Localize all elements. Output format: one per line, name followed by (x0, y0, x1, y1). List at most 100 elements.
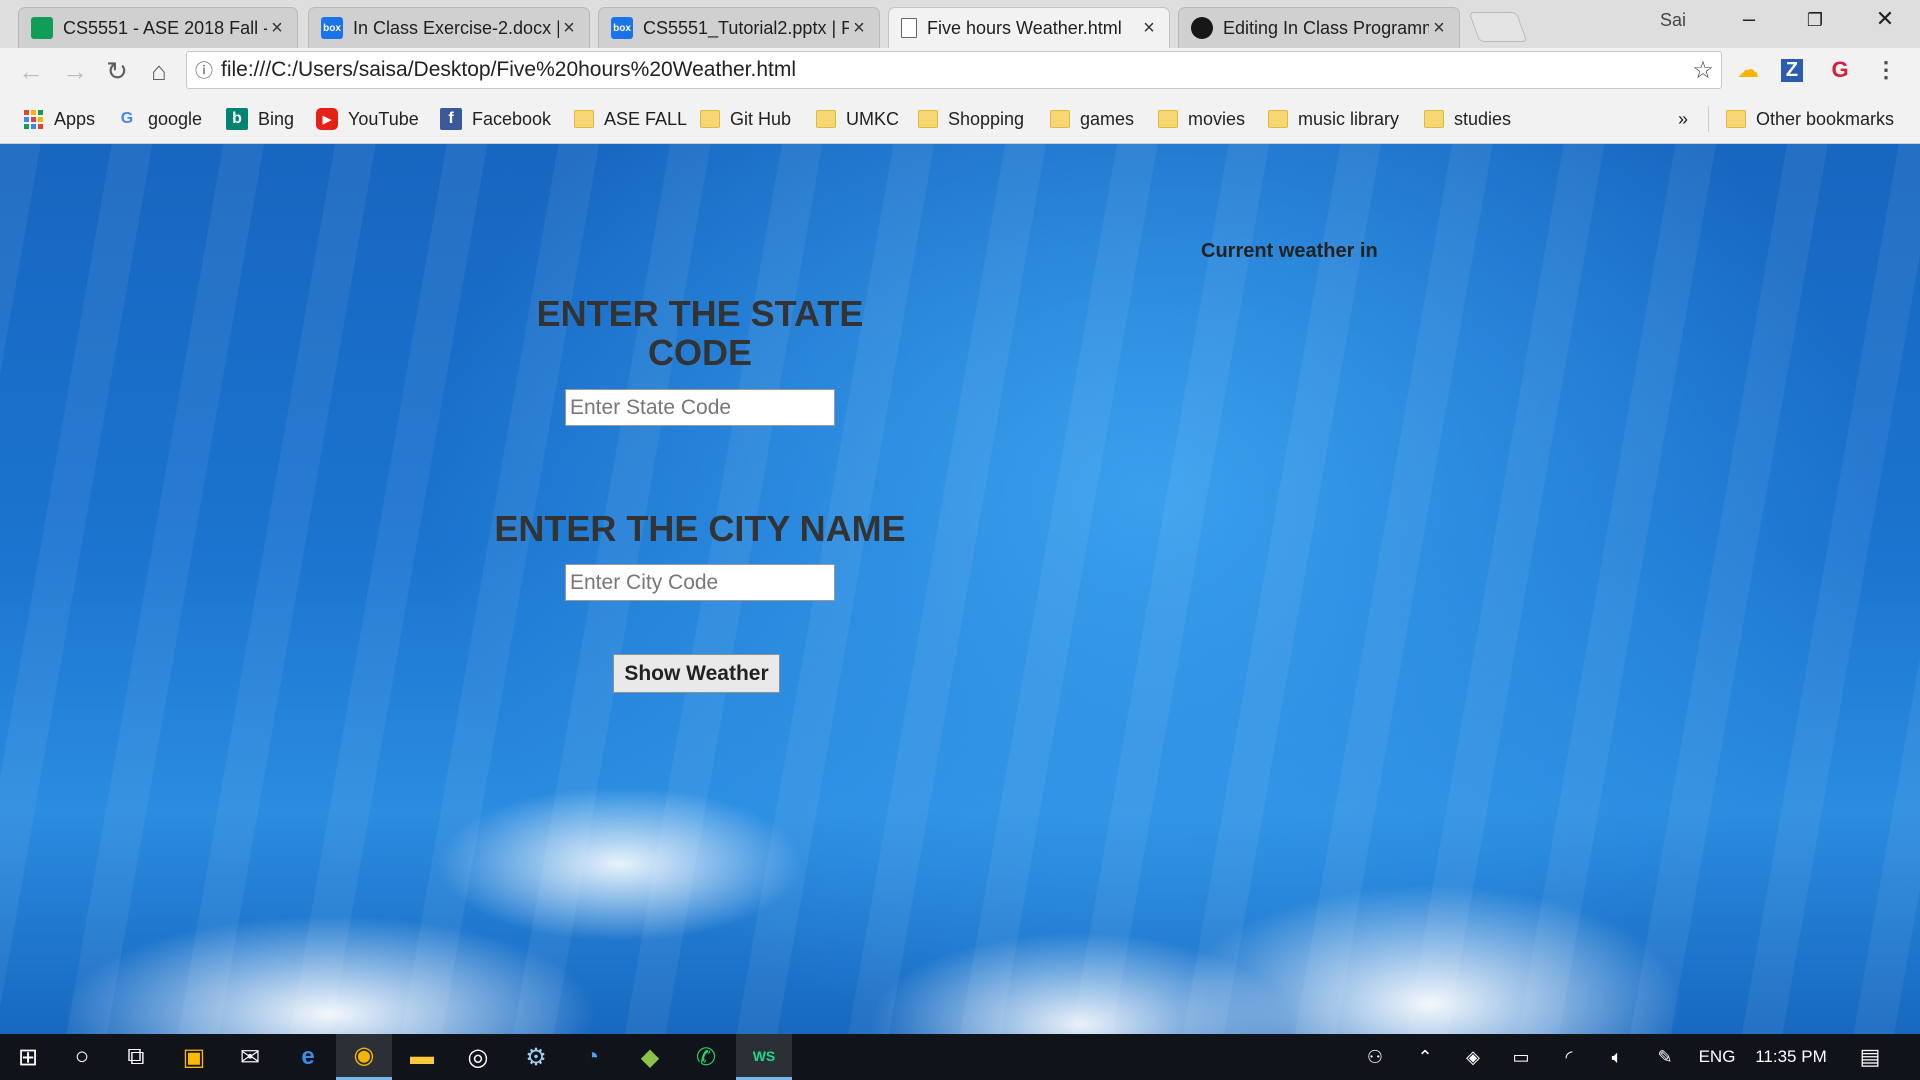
volume-icon[interactable]: 🔈︎ (1600, 1034, 1634, 1080)
tab-title: CS5551_Tutorial2.pptx | P (643, 17, 849, 38)
tab-five-hours-weather[interactable]: Five hours Weather.html × (888, 7, 1170, 48)
bookmark-label: ASE FALL (604, 108, 688, 129)
folder-icon (1050, 110, 1070, 128)
box-icon: box (611, 17, 633, 39)
menu-kebab-icon[interactable]: ⋮ (1870, 53, 1902, 87)
address-url[interactable]: file:///C:/Users/saisa/Desktop/Five%20ho… (221, 58, 1685, 82)
folder-icon (1424, 110, 1444, 128)
whatsapp-icon[interactable]: ✆ (678, 1034, 734, 1080)
reload-icon[interactable]: ↻ (96, 51, 138, 91)
clock[interactable]: 11:35 PM (1748, 1034, 1834, 1080)
folder-icon (1268, 110, 1288, 128)
bookmark-label: Bing (258, 108, 295, 129)
bookmark-label: music library (1298, 108, 1400, 129)
close-window-icon[interactable]: ✕ (1862, 6, 1908, 32)
close-tab-icon[interactable]: × (1429, 17, 1449, 40)
folder-icon (574, 110, 594, 128)
webstorm-icon[interactable]: WS (736, 1034, 792, 1080)
site-info-icon[interactable]: ⓘ (187, 57, 221, 83)
tab-tutorial2[interactable]: box CS5551_Tutorial2.pptx | P × (598, 7, 880, 48)
tab-cs5551-sheet[interactable]: CS5551 - ASE 2018 Fall - × (18, 7, 298, 48)
tab-in-class-exercise[interactable]: box In Class Exercise-2.docx | × (308, 7, 590, 48)
windows-start-icon[interactable]: ⊞ (0, 1034, 56, 1080)
store-icon[interactable]: ▣ (166, 1034, 222, 1080)
cortana-search-icon[interactable]: ○ (54, 1034, 110, 1080)
minimize-icon[interactable]: – (1726, 6, 1772, 32)
battery-icon[interactable]: ▭ (1504, 1034, 1538, 1080)
bluestacks-icon[interactable]: ◆ (622, 1034, 678, 1080)
facebook-icon: f (440, 108, 462, 130)
bookmark-label: Other bookmarks (1756, 108, 1895, 129)
bookmark-label: games (1080, 108, 1135, 129)
box-icon: box (321, 17, 343, 39)
state-code-input[interactable] (565, 389, 835, 426)
bookmark-youtube[interactable]: ▶ YouTube (316, 106, 419, 132)
bookmark-folder-umkc[interactable]: UMKC (816, 106, 899, 132)
tab-title: In Class Exercise-2.docx | (353, 17, 559, 38)
bookmark-label: google (148, 108, 203, 129)
mail-icon[interactable]: ✉ (222, 1034, 278, 1080)
bookmark-folder-studies[interactable]: studies (1424, 106, 1511, 132)
address-bar[interactable]: ⓘ file:///C:/Users/saisa/Desktop/Five%20… (186, 51, 1722, 89)
youtube-icon: ▶ (316, 108, 338, 130)
close-tab-icon[interactable]: × (559, 17, 579, 40)
bookmark-folder-git-hub[interactable]: Git Hub (700, 106, 791, 132)
bing-icon: b (226, 108, 248, 130)
media-player-icon[interactable]: ◎ (450, 1034, 506, 1080)
bookmark-label: UMKC (846, 108, 899, 129)
bookmark-folder-movies[interactable]: movies (1158, 106, 1245, 132)
bookmarks-bar: Apps G google b Bing ▶ YouTube f Faceboo… (0, 94, 1920, 144)
back-arrow-icon[interactable]: ← (10, 51, 52, 91)
bookmarks-overflow-button[interactable]: » (1678, 106, 1688, 132)
bookmark-star-icon[interactable]: ☆ (1685, 56, 1721, 85)
city-name-heading: ENTER THE CITY NAME (494, 508, 906, 549)
task-view-icon[interactable]: ⧉ (108, 1034, 164, 1080)
tab-title: Five hours Weather.html (927, 17, 1122, 38)
steam-icon[interactable]: ⚙ (508, 1034, 564, 1080)
bookmark-label: studies (1454, 108, 1512, 129)
bookmark-google[interactable]: G google (116, 106, 202, 132)
restore-icon[interactable]: ❐ (1792, 10, 1838, 31)
bookmark-label: YouTube (348, 108, 419, 129)
home-icon[interactable]: ⌂ (138, 51, 180, 91)
new-tab-button[interactable] (1468, 12, 1528, 42)
weather-extension-icon[interactable]: ☁ (1732, 53, 1764, 87)
bookmarks-divider (1708, 106, 1709, 132)
wifi-icon[interactable]: ◜ (1552, 1034, 1586, 1080)
tab-github-editing[interactable]: Editing In Class Programm × (1178, 7, 1460, 48)
close-tab-icon[interactable]: × (849, 17, 869, 40)
file-explorer-icon[interactable]: ▬ (394, 1034, 450, 1080)
grammarly-extension-icon[interactable]: G (1824, 53, 1856, 87)
bookmark-folder-music-library[interactable]: music library (1268, 106, 1399, 132)
bookmark-label: Apps (54, 108, 96, 129)
tab-title: Editing In Class Programm (1223, 17, 1429, 38)
close-tab-icon[interactable]: × (1139, 17, 1159, 40)
forward-arrow-icon[interactable]: → (54, 51, 96, 91)
github-icon (1191, 17, 1213, 39)
show-hidden-icons-chevron-icon[interactable]: ⌃ (1410, 1034, 1440, 1080)
people-icon[interactable]: ⚇ (1358, 1034, 1392, 1080)
bookmark-label: Git Hub (730, 108, 792, 129)
bookmark-facebook[interactable]: f Facebook (440, 106, 551, 132)
chrome-icon[interactable]: ◉ (336, 1034, 392, 1080)
pen-workspace-icon[interactable]: ✎ (1648, 1034, 1682, 1080)
action-center-icon[interactable]: ▤ (1850, 1034, 1890, 1080)
bookmark-folder-ase-fall[interactable]: ASE FALL (574, 106, 687, 132)
language-indicator[interactable]: ENG (1694, 1034, 1740, 1080)
bookmark-folder-shopping[interactable]: Shopping (918, 106, 1024, 132)
bookmark-apps[interactable]: Apps (22, 106, 95, 132)
city-code-input[interactable] (565, 564, 835, 601)
edge-icon[interactable]: e (280, 1034, 336, 1080)
profile-name[interactable]: Sai (1660, 10, 1686, 31)
document-icon (901, 18, 917, 38)
bookmark-label: Facebook (472, 108, 552, 129)
bookmark-folder-games[interactable]: games (1050, 106, 1134, 132)
bookmark-bing[interactable]: b Bing (226, 106, 294, 132)
folder-icon (918, 110, 938, 128)
close-tab-icon[interactable]: × (267, 17, 287, 40)
quicktime-icon[interactable]: ◔ (564, 1034, 620, 1080)
zotero-extension-icon[interactable]: Z (1776, 53, 1808, 87)
show-weather-button[interactable]: Show Weather (613, 654, 780, 693)
dropbox-icon[interactable]: ◈ (1456, 1034, 1490, 1080)
bookmark-other-bookmarks[interactable]: Other bookmarks (1726, 106, 1894, 132)
